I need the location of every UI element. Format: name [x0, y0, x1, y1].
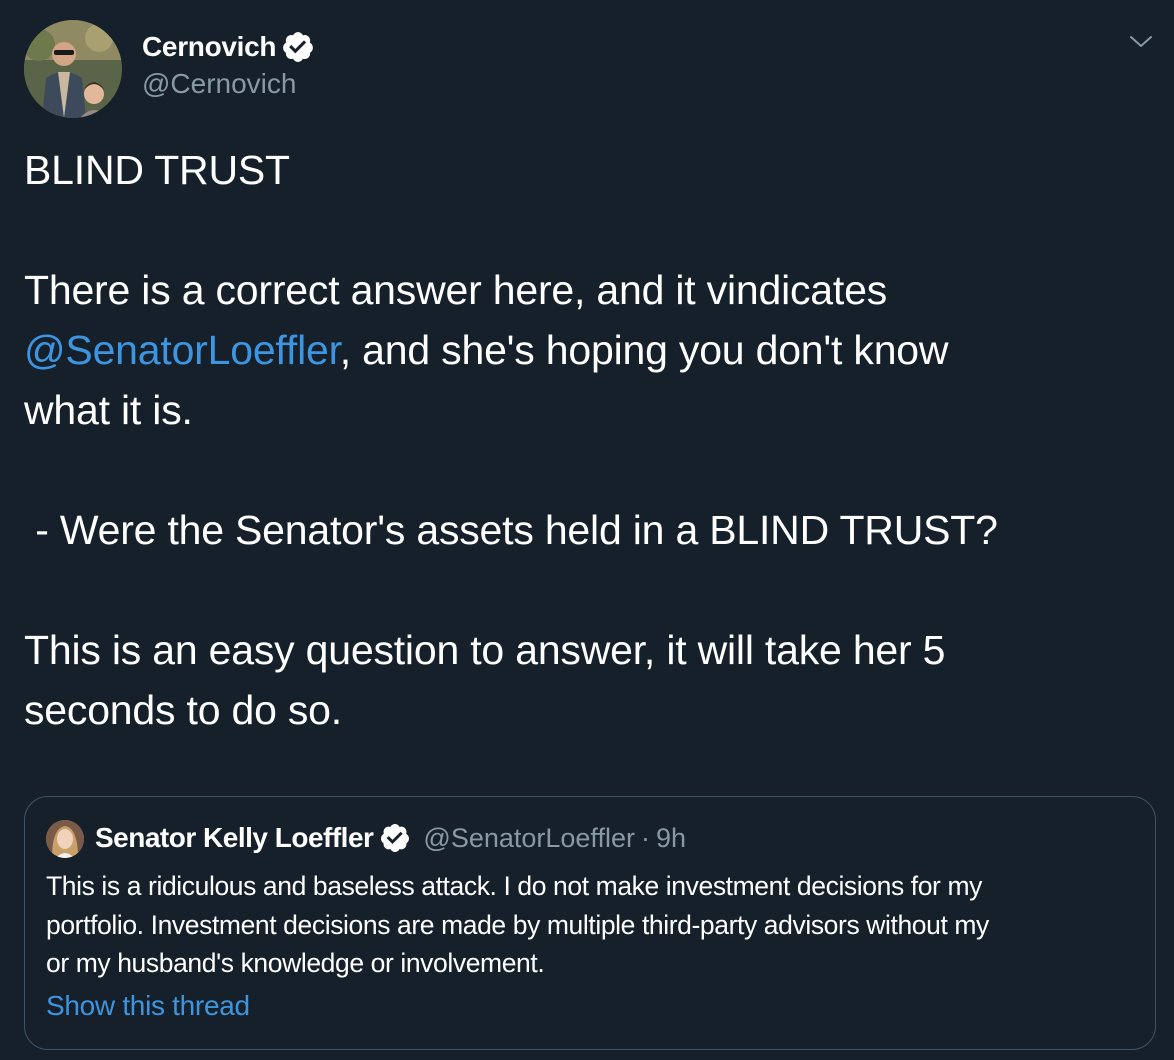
tweet-line: There is a correct answer here, and it v… [24, 260, 1134, 320]
quoted-header[interactable]: Senator Kelly Loeffler @SenatorLoeffler … [95, 819, 686, 857]
tweet-line: seconds to do so. [24, 687, 342, 733]
quoted-tweet-text: This is a ridiculous and baseless attack… [46, 867, 1141, 983]
verified-badge-icon [281, 30, 315, 64]
tweet-line: @SenatorLoeffler, and she's hoping you d… [24, 320, 1134, 380]
show-thread-link[interactable]: Show this thread [46, 990, 250, 1022]
tweet-line: what it is. [24, 387, 193, 433]
author-name-row[interactable]: Cernovich [142, 28, 315, 66]
author-avatar[interactable] [24, 20, 122, 118]
tweet-line: BLIND TRUST [24, 147, 290, 193]
quoted-text-line: or my husband's knowledge or involvement… [46, 948, 545, 978]
quoted-text-line: portfolio. Investment decisions are made… [46, 909, 989, 940]
author-handle[interactable]: @Cernovich [142, 68, 296, 100]
quoted-author-name[interactable]: Senator Kelly Loeffler [95, 822, 374, 854]
quoted-tweet[interactable]: Senator Kelly Loeffler @SenatorLoeffler … [24, 796, 1156, 1050]
tweet-text-segment: , and she's hoping you don't know [339, 327, 949, 373]
author-name[interactable]: Cernovich [142, 31, 277, 63]
mention-link[interactable]: @SenatorLoeffler [24, 327, 340, 373]
separator-dot: · [640, 822, 650, 853]
quoted-timestamp[interactable]: 9h [656, 823, 686, 854]
quoted-text-line: This is a ridiculous and baseless attack… [46, 871, 982, 901]
tweet[interactable]: Cernovich @Cernovich BLIND TRUST There i… [0, 0, 1174, 1060]
tweet-text-segment: - Were the Senator's assets held in a BL… [24, 507, 998, 553]
verified-badge-icon [379, 822, 411, 854]
tweet-text-segment: There is a correct answer here, and it v… [24, 267, 887, 313]
quoted-author-avatar[interactable] [46, 820, 84, 858]
tweet-line: - Were the Senator's assets held in a BL… [24, 500, 1134, 560]
tweet-text: BLIND TRUST There is a correct answer he… [24, 140, 1134, 740]
tweet-line: This is an easy question to answer, it w… [24, 627, 946, 673]
quoted-author-handle[interactable]: @SenatorLoeffler [423, 823, 635, 854]
chevron-down-icon[interactable] [1128, 30, 1154, 52]
